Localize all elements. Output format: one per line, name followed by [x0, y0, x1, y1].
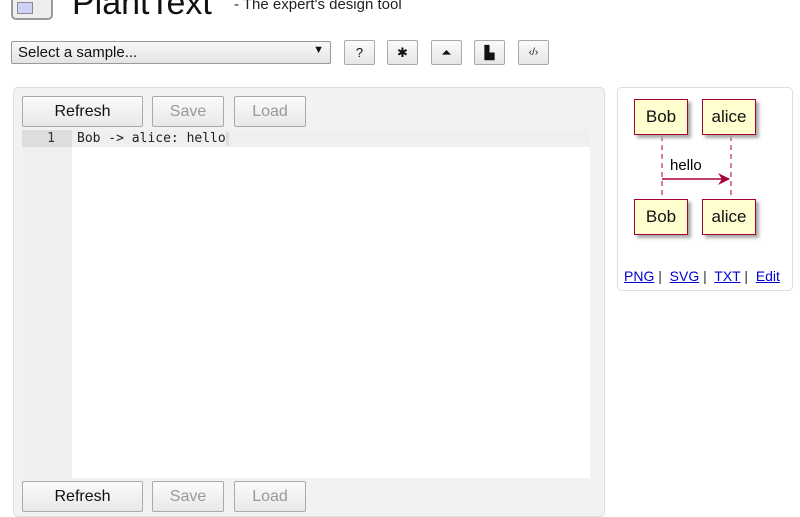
- code-editor[interactable]: 1 Bob -> alice: hello: [22, 130, 590, 478]
- png-link[interactable]: PNG: [624, 268, 654, 284]
- export-links: PNG | SVG | TXT | Edit: [624, 268, 780, 284]
- tagline: - The expert's design tool: [234, 0, 402, 13]
- sample-select[interactable]: Select a sample... ▼: [11, 41, 331, 64]
- refresh-button[interactable]: Refresh: [22, 96, 143, 127]
- separator: |: [703, 268, 707, 284]
- separator: |: [658, 268, 662, 284]
- message-label: hello: [670, 157, 702, 174]
- help-button[interactable]: ?: [344, 40, 375, 65]
- logo: [11, 0, 53, 20]
- participant-bob-top: Bob: [634, 99, 688, 135]
- sample-select-value: Select a sample...: [18, 44, 138, 61]
- line-gutter: [22, 130, 72, 478]
- upload-icon: ⏶: [441, 45, 452, 60]
- load-button-bottom[interactable]: Load: [234, 481, 306, 512]
- code-line[interactable]: Bob -> alice: hello: [77, 130, 229, 147]
- embed-button[interactable]: ‹/›: [518, 40, 549, 65]
- gear-icon: ✱: [397, 45, 408, 60]
- participant-alice-top: alice: [702, 99, 756, 135]
- save-button-bottom[interactable]: Save: [152, 481, 224, 512]
- separator: |: [744, 268, 749, 284]
- participant-alice-bottom: alice: [702, 199, 756, 235]
- edit-link[interactable]: Edit: [756, 268, 780, 284]
- text-cursor: [225, 131, 229, 146]
- svg-link[interactable]: SVG: [670, 268, 700, 284]
- new-file-button[interactable]: ▙: [474, 40, 505, 65]
- save-button[interactable]: Save: [152, 96, 224, 127]
- editor-panel: Refresh Save Load 1 Bob -> alice: hello …: [13, 87, 605, 517]
- txt-link[interactable]: TXT: [714, 268, 740, 284]
- code-icon: ‹/›: [528, 47, 539, 58]
- dropdown-arrow-icon: ▼: [313, 44, 324, 56]
- upload-button[interactable]: ⏶: [431, 40, 462, 65]
- load-button[interactable]: Load: [234, 96, 306, 127]
- settings-button[interactable]: ✱: [387, 40, 418, 65]
- line-number: 1: [22, 130, 72, 147]
- file-icon: ▙: [484, 45, 495, 60]
- refresh-button-bottom[interactable]: Refresh: [22, 481, 143, 512]
- code-text: Bob -> alice: hello: [77, 131, 226, 146]
- diagram-preview: Bob alice hello Bob alice PNG | SVG | TX…: [617, 87, 793, 291]
- app-title: PlantText: [72, 0, 212, 22]
- participant-bob-bottom: Bob: [634, 199, 688, 235]
